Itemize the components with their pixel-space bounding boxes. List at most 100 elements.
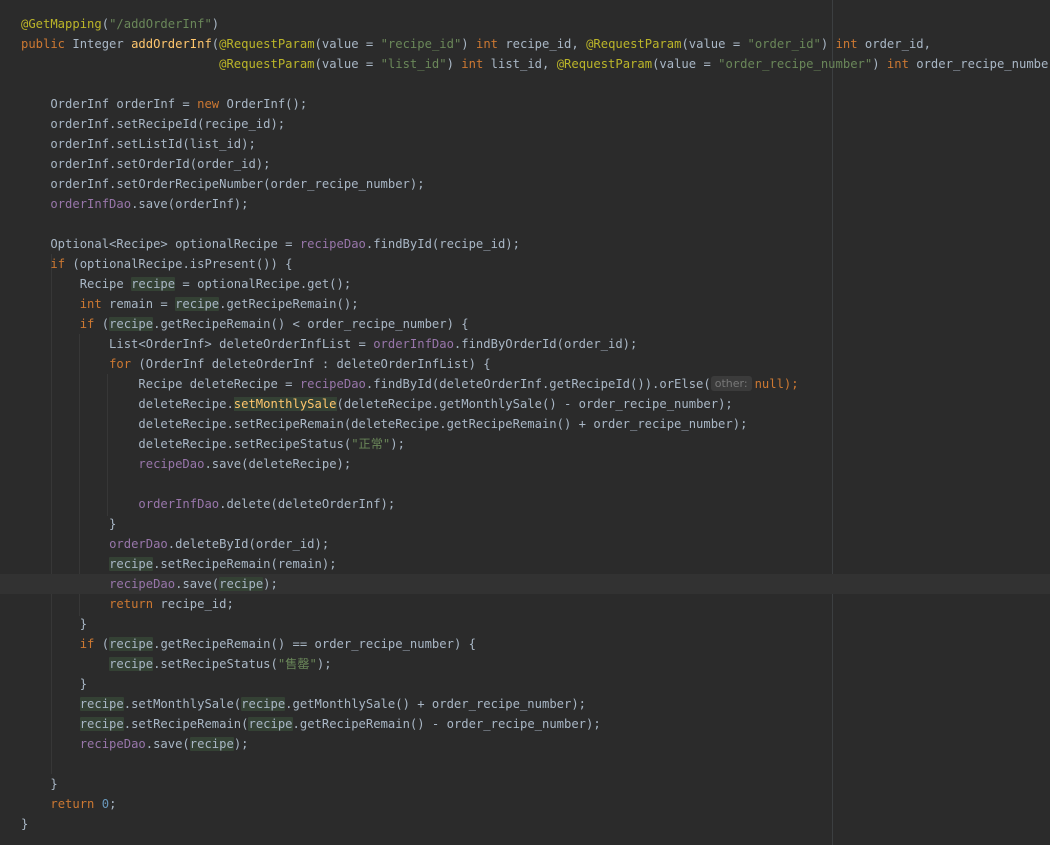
code-line[interactable]: orderInf.setListId(list_id); (0, 134, 1050, 154)
keyword: null); (754, 377, 799, 391)
code-line[interactable]: return recipe_id; (0, 594, 1050, 614)
code-line[interactable]: for (OrderInf deleteOrderInf : deleteOrd… (0, 354, 1050, 374)
code-line[interactable]: Optional<Recipe> optionalRecipe = recipe… (0, 234, 1050, 254)
code-line[interactable] (0, 74, 1050, 94)
field-reference: recipeDao (79, 737, 146, 751)
code-line[interactable]: if (recipe.getRecipeRemain() < order_rec… (0, 314, 1050, 334)
code-line[interactable]: Recipe deleteRecipe = recipeDao.findById… (0, 374, 1050, 394)
code-line[interactable]: recipe.setRecipeRemain(recipe.getRecipeR… (0, 714, 1050, 734)
code-text: ; (109, 797, 117, 811)
code-text: .getRecipeRemain() - order_recipe_number… (292, 717, 601, 731)
current-code-line[interactable]: recipeDao.save(recipe); (0, 574, 1050, 594)
string-literal: "售罄" (277, 657, 317, 671)
code-text: orderInf.setOrderRecipeNumber(order_reci… (21, 177, 425, 191)
code-text: ) (461, 37, 476, 51)
field-reference: recipeDao (299, 237, 366, 251)
highlighted-usage: recipe (241, 697, 286, 711)
field-reference: orderInfDao (138, 497, 220, 511)
code-line[interactable]: } (0, 614, 1050, 634)
code-text: deleteRecipe.setRecipeStatus( (21, 437, 352, 451)
code-line[interactable]: orderInf.setRecipeId(recipe_id); (0, 114, 1050, 134)
keyword: int (475, 37, 498, 51)
code-text: .findByOrderId(order_id); (453, 337, 638, 351)
code-area[interactable]: @GetMapping("/addOrderInf") public Integ… (0, 14, 1050, 834)
code-text: (value = (314, 57, 381, 71)
code-text: order_recipe_number) { (916, 57, 1050, 71)
code-line[interactable]: deleteRecipe.setRecipeStatus("正常"); (0, 434, 1050, 454)
code-line[interactable]: recipeDao.save(recipe); (0, 734, 1050, 754)
keyword: return (109, 597, 154, 611)
code-line[interactable]: if (recipe.getRecipeRemain() == order_re… (0, 634, 1050, 654)
code-text: recipe_id, (498, 37, 587, 51)
keyword: return (50, 797, 95, 811)
code-line[interactable]: return 0; (0, 794, 1050, 814)
code-line[interactable]: orderInf.setOrderId(order_id); (0, 154, 1050, 174)
code-line[interactable]: orderInf.setOrderRecipeNumber(order_reci… (0, 174, 1050, 194)
code-line[interactable]: @GetMapping("/addOrderInf") (0, 14, 1050, 34)
code-text: ) (446, 57, 462, 71)
string-literal: "order_recipe_number" (718, 57, 873, 71)
highlighted-usage: recipe (109, 317, 154, 331)
code-line[interactable]: } (0, 674, 1050, 694)
highlighted-usage: recipe (79, 697, 124, 711)
code-line[interactable]: } (0, 774, 1050, 794)
code-line[interactable]: recipe.setRecipeRemain(remain); (0, 554, 1050, 574)
annotation: @GetMapping (21, 17, 102, 31)
code-text: Recipe (21, 277, 132, 291)
code-text: orderInf.setOrderId(order_id); (21, 157, 271, 171)
code-text: orderInf.setRecipeId(recipe_id); (21, 117, 286, 131)
code-line[interactable]: orderDao.deleteById(order_id); (0, 534, 1050, 554)
string-literal: "正常" (351, 437, 391, 451)
field-reference: recipeDao (138, 457, 205, 471)
annotation: @RequestParam (586, 37, 682, 51)
code-line[interactable]: recipeDao.save(deleteRecipe); (0, 454, 1050, 474)
code-text: .getRecipeRemain() == order_recipe_numbe… (153, 637, 476, 651)
code-editor[interactable]: @GetMapping("/addOrderInf") public Integ… (0, 0, 1050, 845)
code-line[interactable]: Recipe recipe = optionalRecipe.get(); (0, 274, 1050, 294)
code-text: .setRecipeStatus( (153, 657, 278, 671)
code-text: .getRecipeRemain(); (219, 297, 359, 311)
code-line[interactable] (0, 214, 1050, 234)
code-line[interactable]: deleteRecipe.setMonthlySale(deleteRecipe… (0, 394, 1050, 414)
keyword: new (197, 97, 220, 111)
code-line[interactable]: orderInfDao.delete(deleteOrderInf); (0, 494, 1050, 514)
string-literal: "order_id" (747, 37, 821, 51)
code-line[interactable]: recipe.setRecipeStatus("售罄"); (0, 654, 1050, 674)
keyword: int (461, 57, 484, 71)
code-line[interactable]: } (0, 514, 1050, 534)
code-text: } (21, 677, 88, 691)
code-line[interactable] (0, 754, 1050, 774)
field-reference: recipeDao (109, 577, 176, 591)
code-text: } (21, 777, 58, 791)
code-text: (deleteRecipe.getMonthlySale() - order_r… (336, 397, 733, 411)
code-text: ) (872, 57, 887, 71)
code-line[interactable]: OrderInf orderInf = new OrderInf(); (0, 94, 1050, 114)
code-text: ) (211, 17, 220, 31)
code-line[interactable]: public Integer addOrderInf(@RequestParam… (0, 34, 1050, 54)
code-line[interactable]: deleteRecipe.setRecipeRemain(deleteRecip… (0, 414, 1050, 434)
code-text: .save( (145, 737, 190, 751)
string-literal: "list_id" (380, 57, 447, 71)
code-text: } (21, 617, 88, 631)
code-line[interactable]: @RequestParam(value = "list_id") int lis… (0, 54, 1050, 74)
code-line[interactable]: } (0, 814, 1050, 834)
code-text: (value = (681, 37, 748, 51)
code-line[interactable]: List<OrderInf> deleteOrderInfList = orde… (0, 334, 1050, 354)
code-line[interactable]: int remain = recipe.getRecipeRemain(); (0, 294, 1050, 314)
string-literal: "recipe_id" (380, 37, 462, 51)
code-line[interactable]: orderInfDao.save(orderInf); (0, 194, 1050, 214)
code-line[interactable]: recipe.setMonthlySale(recipe.getMonthlyS… (0, 694, 1050, 714)
field-reference: recipeDao (299, 377, 366, 391)
code-line[interactable] (0, 474, 1050, 494)
string-literal: "/addOrderInf" (109, 17, 212, 31)
code-text: ); (316, 657, 332, 671)
code-line[interactable]: if (optionalRecipe.isPresent()) { (0, 254, 1050, 274)
